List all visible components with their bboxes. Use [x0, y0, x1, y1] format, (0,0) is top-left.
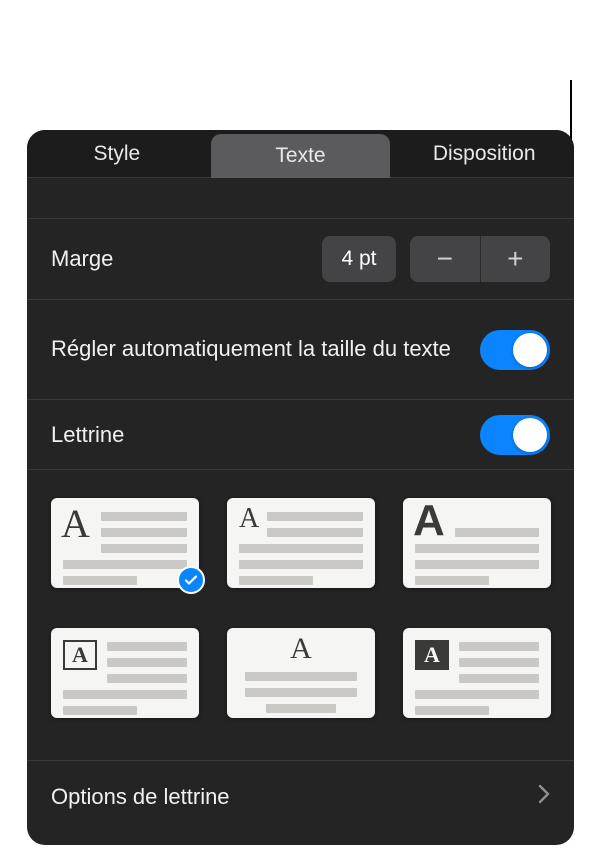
letter-a-icon: A	[424, 642, 440, 668]
letter-a-icon: A	[239, 503, 259, 535]
lettrine-toggle[interactable]	[480, 415, 550, 455]
inspector-panel: Style Texte Disposition Marge 4 pt − + R…	[27, 130, 574, 845]
tab-texte-label: Texte	[275, 144, 325, 168]
marge-increment-button[interactable]: +	[481, 236, 551, 282]
tab-disposition-label: Disposition	[433, 142, 536, 166]
checkmark-icon	[177, 566, 205, 594]
row-dropcap-options[interactable]: Options de lettrine	[27, 761, 574, 833]
tab-style[interactable]: Style	[27, 130, 207, 177]
letter-a-icon: A	[61, 500, 90, 547]
plus-icon: +	[507, 243, 523, 275]
marge-value: 4 pt	[341, 247, 376, 271]
dropcap-style-3[interactable]: A	[403, 498, 551, 588]
marge-stepper: − +	[410, 236, 550, 282]
dropcap-style-1[interactable]: A	[51, 498, 199, 588]
toggle-knob	[513, 418, 547, 452]
marge-value-field[interactable]: 4 pt	[322, 236, 396, 282]
tab-bar: Style Texte Disposition	[27, 130, 574, 178]
chevron-right-icon	[538, 783, 550, 811]
marge-label: Marge	[51, 246, 322, 272]
dropcap-styles-grid: A A A	[27, 470, 574, 761]
dropcap-style-2[interactable]: A	[227, 498, 375, 588]
lettrine-label: Lettrine	[51, 422, 480, 448]
letter-a-icon: A	[413, 496, 445, 546]
auto-resize-toggle[interactable]	[480, 330, 550, 370]
dropcap-style-6[interactable]: A	[403, 628, 551, 718]
row-auto-resize-text: Régler automatiquement la taille du text…	[27, 300, 574, 400]
minus-icon: −	[437, 243, 453, 275]
dropcap-style-5[interactable]: A	[227, 628, 375, 718]
marge-decrement-button[interactable]: −	[410, 236, 481, 282]
dropcap-options-label: Options de lettrine	[51, 784, 538, 810]
tab-texte[interactable]: Texte	[211, 134, 391, 178]
row-marge: Marge 4 pt − +	[27, 218, 574, 300]
tab-style-label: Style	[93, 142, 140, 166]
auto-resize-label: Régler automatiquement la taille du text…	[51, 335, 480, 364]
toggle-knob	[513, 333, 547, 367]
letter-a-icon: A	[239, 632, 363, 666]
tab-disposition[interactable]: Disposition	[394, 130, 574, 177]
dropcap-style-4[interactable]: A	[51, 628, 199, 718]
letter-a-icon: A	[72, 642, 88, 668]
row-lettrine: Lettrine	[27, 400, 574, 470]
